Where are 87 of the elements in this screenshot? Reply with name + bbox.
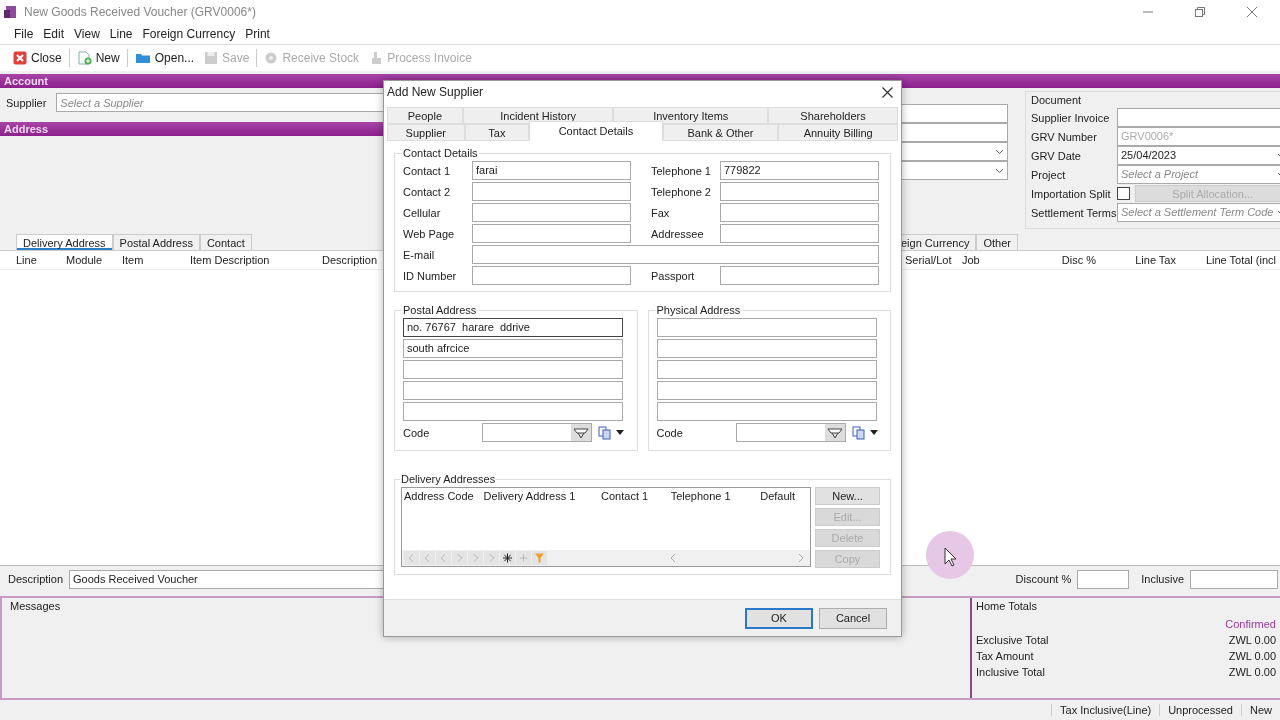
dropdown-field[interactable]: Select a Project [1117,165,1280,184]
tab[interactable]: Annuity Billing [778,124,898,141]
dropdown-field[interactable]: Select a Settlement Term Code [1117,203,1280,222]
menu-item[interactable]: Edit [43,27,65,41]
field-label: Supplier Invoice [1031,111,1111,124]
text-field[interactable]: 779822 [720,161,879,180]
menu-item[interactable]: View [74,27,100,41]
menu-item[interactable]: Foreign Currency [142,27,236,41]
field-label: Code [403,426,431,439]
column-header: Item Description [189,254,271,266]
cancel-button[interactable]: Cancel [819,607,887,629]
column-header: Job [961,254,981,266]
address-line-field[interactable]: no. 76767 harare ddrive [403,318,623,337]
tab[interactable]: Inventory Items [613,107,769,124]
status-label: Confirmed [1225,618,1276,630]
tab[interactable]: People [387,107,463,124]
column-header: Delivery Address 1 [483,490,577,502]
field-label: Supplier [6,96,47,109]
field-label: E-mail [403,248,436,261]
total-value: ZWL 0.00 [1228,634,1276,646]
window-title: New Goods Received Voucher (GRV0006*) [24,5,256,19]
status-item: Tax Inclusive(Line) [1051,704,1160,716]
panel-title: Home Totals [976,600,1038,612]
column-header: Telephone 1 [670,490,732,502]
field-label: Code [656,426,684,439]
tab[interactable]: Postal Address [112,234,200,250]
column-header: Address Code [404,490,475,502]
field-label: Discount % [1015,573,1072,585]
total-label: Tax Amount [976,650,1034,662]
total-value: ZWL 0.00 [1228,650,1276,662]
tab[interactable]: Bank & Other [662,124,779,141]
dialog-button[interactable]: New... [815,487,880,505]
field-label: Inclusive [1141,573,1184,585]
menu-item[interactable]: File [14,27,34,41]
field-label: Importation Split [1031,187,1112,200]
status-item: Unprocessed [1159,704,1241,716]
field-label: GRV Date [1031,149,1082,162]
tab[interactable]: Contact [199,234,252,250]
field-label: Cellular [403,206,442,219]
total-value: ZWL 0.00 [1228,666,1276,678]
tab[interactable]: Contact Details [529,121,663,141]
field-label: Contact 2 [403,185,452,198]
field-label: Telephone 1 [650,164,712,177]
toolbar-button[interactable]: Open... [131,49,198,67]
address-line-field[interactable]: south afrcice [403,339,623,358]
text-field[interactable]: farai [472,161,631,180]
group-title: Delivery Addresses [400,473,497,485]
field-label: Project [1031,168,1067,181]
field-label: Description [8,573,64,585]
column-header: Line [15,254,38,266]
menu-item[interactable]: Line [109,27,133,41]
tab[interactable]: Other [976,234,1018,250]
toolbar-button[interactable]: New [73,49,123,67]
column-header: Module [65,254,104,266]
column-header: Description [321,254,379,266]
column-header: Item [121,254,145,266]
panel-title: Messages [10,600,61,612]
field-label: Contact 1 [403,164,452,177]
group-title: Physical Address [655,304,742,316]
group-title: Document [1031,94,1083,106]
toolbar-button[interactable]: Close [10,49,65,67]
field-label: GRV Number [1031,130,1098,143]
status-item: New [1241,704,1280,716]
field-label: Telephone 2 [650,185,712,198]
tab[interactable]: Tax [464,124,530,141]
dropdown-field[interactable]: 25/04/2023 [1117,146,1280,165]
field-label: Settlement Terms [1031,206,1117,219]
field-label: Passport [650,269,696,282]
column-header: Line Total (incl [1204,254,1277,266]
column-header: Serial/Lot [904,254,953,266]
total-label: Inclusive Total [976,666,1045,678]
menu-item[interactable]: Print [245,27,270,41]
column-header: Default [760,490,797,502]
column-header: Line Tax [1134,254,1177,266]
field-label: Addressee [650,227,705,240]
tab[interactable]: Supplier [387,124,465,141]
tab[interactable]: Delivery Address [16,234,113,250]
group-title: Contact Details [402,147,479,159]
field-label: ID Number [403,269,458,282]
column-header: Contact 1 [601,490,650,502]
tab[interactable]: Shareholders [768,107,898,124]
group-title: Postal Address [402,304,478,316]
field-label: Web Page [403,227,456,240]
ok-button[interactable]: OK [745,607,813,629]
field-label: Fax [650,206,671,219]
total-label: Exclusive Total [976,634,1049,646]
column-header: Disc % [1060,254,1097,266]
